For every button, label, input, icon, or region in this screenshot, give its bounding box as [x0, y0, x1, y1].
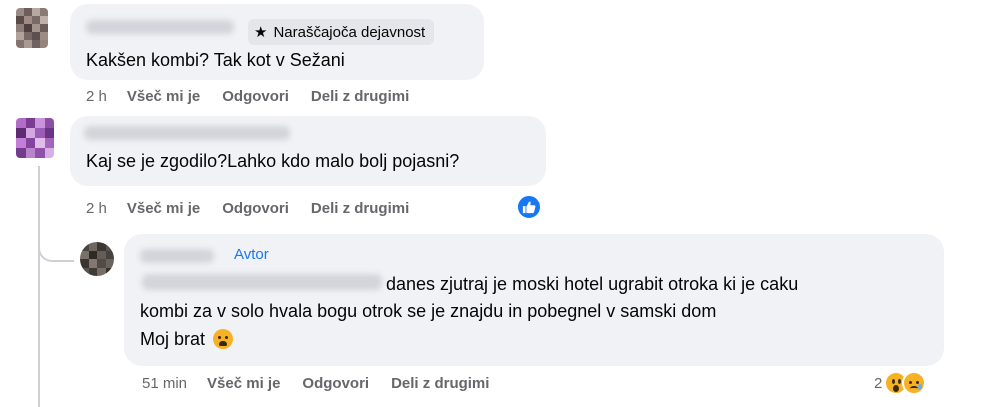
author-name-redacted[interactable] [140, 249, 214, 263]
reactions-summary[interactable]: 2 [874, 371, 927, 395]
avatar[interactable] [16, 118, 54, 158]
comment-actions: 51 min Všeč mi je Odgovori Deli z drugim… [142, 375, 511, 392]
badge-label: Naraščajoča dejavnost [273, 23, 426, 41]
author-tag: Avtor [234, 246, 269, 263]
comment-text: Kakšen kombi? Tak kot v Sežani [86, 50, 345, 70]
avatar[interactable] [16, 8, 48, 48]
like-button[interactable]: Všeč mi je [127, 200, 200, 217]
thread-line [38, 166, 40, 407]
tear-icon [918, 384, 923, 390]
mentioned-user-redacted[interactable] [142, 274, 382, 290]
thread-connector [38, 232, 74, 262]
like-icon[interactable] [516, 194, 542, 220]
sad-icon [902, 371, 927, 395]
avatar[interactable] [80, 242, 114, 276]
reaction-count: 2 [874, 374, 883, 392]
comment-text: Kaj se je zgodilo?Lahko kdo malo bolj po… [86, 151, 460, 171]
like-button[interactable]: Všeč mi je [127, 88, 200, 105]
comment-text-last: Moj brat [140, 329, 206, 349]
comment-bubble: ★ Naraščajoča dejavnost Kakšen kombi? Ta… [70, 4, 484, 80]
comment-bubble: Kaj se je zgodilo?Lahko kdo malo bolj po… [70, 116, 546, 186]
author-name-redacted[interactable] [84, 126, 290, 140]
share-button[interactable]: Deli z drugimi [391, 375, 489, 392]
comment-text-line: kombi za v solo hvala bogu otrok se je z… [140, 301, 717, 321]
reply-button[interactable]: Odgovori [222, 200, 289, 217]
share-button[interactable]: Deli z drugimi [311, 88, 409, 105]
reply-bubble: Avtor danes zjutraj je moski hotel ugrab… [124, 234, 944, 366]
comment-text-line: Moj brat [140, 327, 234, 351]
timestamp-link[interactable]: 51 min [142, 375, 187, 392]
timestamp-link[interactable]: 2 h [86, 200, 107, 217]
crying-face-icon [213, 329, 234, 349]
timestamp-link[interactable]: 2 h [86, 88, 107, 105]
reply-button[interactable]: Odgovori [222, 88, 289, 105]
share-button[interactable]: Deli z drugimi [311, 200, 409, 217]
comment-actions: 2 h Všeč mi je Odgovori Deli z drugimi [86, 200, 431, 217]
comment-text-line: danes zjutraj je moski hotel ugrabit otr… [386, 274, 799, 294]
rising-activity-badge: ★ Naraščajoča dejavnost [248, 19, 435, 45]
reply-button[interactable]: Odgovori [302, 375, 369, 392]
comment-actions: 2 h Všeč mi je Odgovori Deli z drugimi [86, 88, 431, 105]
star-icon: ★ [254, 23, 268, 41]
like-button[interactable]: Všeč mi je [207, 375, 280, 392]
author-name-redacted[interactable] [86, 20, 234, 34]
